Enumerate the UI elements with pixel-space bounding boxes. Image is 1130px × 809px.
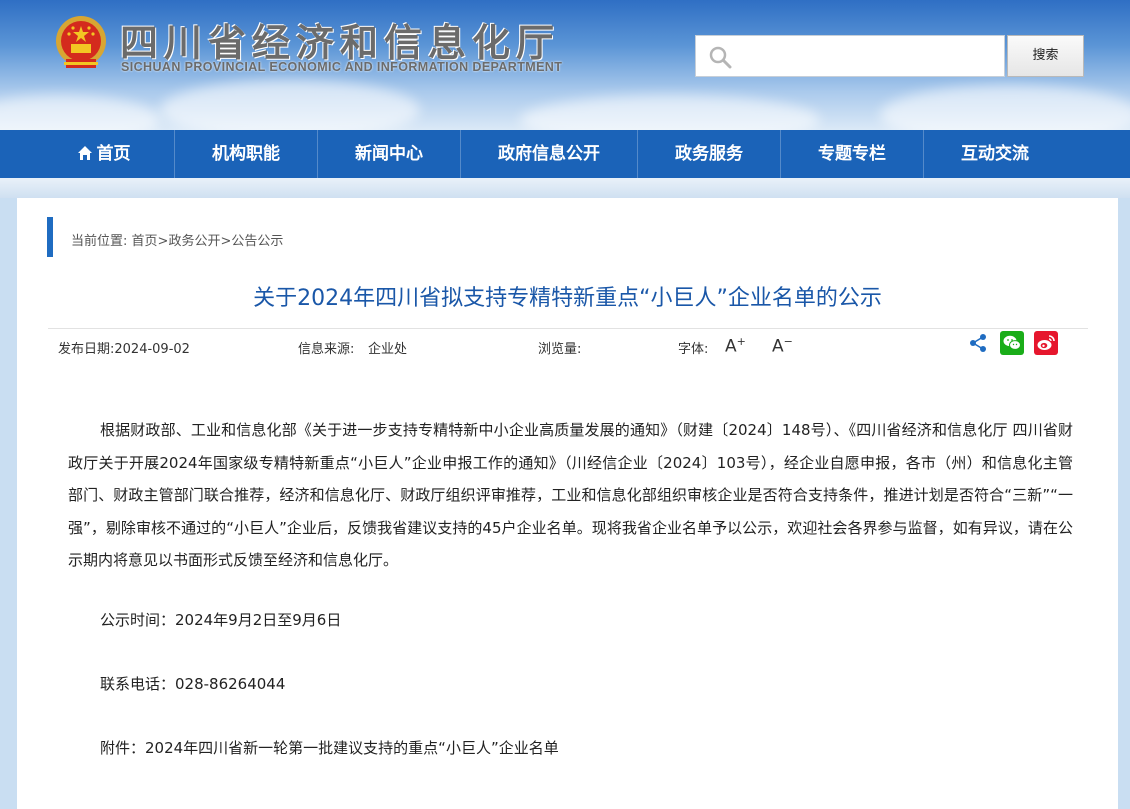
wechat-icon[interactable] — [1000, 331, 1024, 355]
header-banner: 四川省经济和信息化厅 SICHUAN PROVINCIAL ECONOMIC A… — [0, 0, 1130, 130]
font-smaller-button[interactable]: A− — [772, 335, 793, 357]
publish-date: 发布日期:2024-09-02 — [58, 342, 190, 357]
breadcrumb-item-announcements[interactable]: 公告公示 — [231, 234, 283, 249]
search-button[interactable]: 搜索 — [1007, 35, 1084, 77]
font-size-label: 字体: — [678, 342, 709, 357]
search-input[interactable] — [736, 42, 1000, 72]
breadcrumb-separator: > — [220, 234, 232, 249]
nav-item-topics[interactable]: 专题专栏 — [781, 130, 924, 178]
cloud-decoration — [160, 80, 420, 130]
national-emblem-icon[interactable] — [54, 14, 108, 72]
nav-item-news[interactable]: 新闻中心 — [318, 130, 461, 178]
font-larger-label: A — [725, 336, 737, 357]
site-title[interactable]: 四川省经济和信息化厅 — [120, 12, 560, 67]
search-icon — [709, 46, 732, 69]
cloud-decoration — [0, 95, 160, 130]
article-title: 关于2024年四川省拟支持专精特新重点“小巨人”企业名单的公示 — [253, 286, 882, 311]
source-label: 信息来源: — [298, 342, 355, 357]
breadcrumb-item-home[interactable]: 首页 — [132, 234, 158, 249]
nav-item-interaction[interactable]: 互动交流 — [924, 130, 1066, 178]
search-box — [695, 35, 1005, 77]
breadcrumb: 当前位置: 首页>政务公开>公告公示 — [71, 230, 283, 249]
content-panel: 当前位置: 首页>政务公开>公告公示 关于2024年四川省拟支持专精特新重点“小… — [17, 198, 1118, 809]
breadcrumb-marker — [47, 217, 53, 257]
source-value: 企业处 — [368, 342, 408, 357]
breadcrumb-item-gov-affairs[interactable]: 政务公开 — [168, 234, 220, 249]
article-body: 根据财政部、工业和信息化部《关于进一步支持专精特新中小企业高质量发展的通知》（财… — [68, 421, 1073, 569]
announcement-period: 公示时间：2024年9月2日至9月6日 — [100, 611, 342, 629]
attachment-link[interactable]: 附件：2024年四川省新一轮第一批建议支持的重点“小巨人”企业名单 — [100, 737, 559, 758]
nav-item-functions[interactable]: 机构职能 — [175, 130, 318, 178]
nav-item-label: 首页 — [96, 144, 131, 164]
cloud-decoration — [520, 95, 820, 130]
share-icon[interactable] — [968, 333, 988, 353]
nav-item-info-disclosure[interactable]: 政府信息公开 — [461, 130, 638, 178]
font-smaller-label: A — [772, 336, 784, 357]
weibo-icon[interactable] — [1034, 331, 1058, 355]
sky-strip — [0, 178, 1130, 198]
breadcrumb-prefix: 当前位置: — [71, 234, 132, 249]
font-larger-button[interactable]: A+ — [725, 335, 746, 357]
nav-item-home[interactable]: 首页 — [33, 130, 175, 178]
site-subtitle: SICHUAN PROVINCIAL ECONOMIC AND INFORMAT… — [121, 60, 563, 74]
views-label: 浏览量: — [538, 342, 582, 357]
article-meta: 发布日期:2024-09-02 信息来源: 企业处 浏览量: 字体: A+ A− — [48, 328, 1088, 359]
cloud-decoration — [880, 85, 1130, 130]
nav-item-services[interactable]: 政务服务 — [638, 130, 781, 178]
contact-phone: 联系电话：028-86264044 — [100, 675, 286, 693]
breadcrumb-separator: > — [157, 234, 169, 249]
main-nav: 首页 机构职能 新闻中心 政府信息公开 政务服务 专题专栏 互动交流 — [0, 130, 1130, 178]
home-icon — [77, 146, 92, 160]
